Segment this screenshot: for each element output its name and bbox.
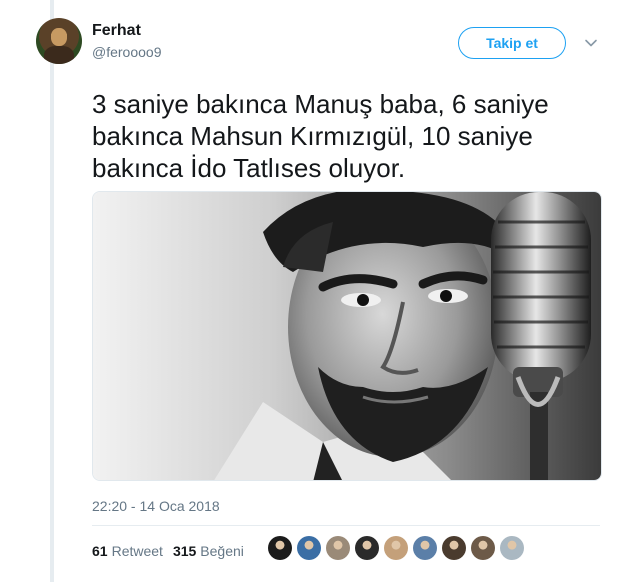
liker-avatar[interactable] xyxy=(413,536,437,560)
like-stat[interactable]: 315 Beğeni xyxy=(173,543,244,559)
follow-button[interactable]: Takip et xyxy=(458,27,566,59)
chevron-down-icon[interactable] xyxy=(584,36,598,50)
tweet-photo[interactable] xyxy=(92,191,602,481)
user-name[interactable]: Ferhat xyxy=(92,22,141,40)
retweet-count: 61 xyxy=(92,543,108,559)
liker-avatar[interactable] xyxy=(442,536,466,560)
liker-avatar[interactable] xyxy=(500,536,524,560)
divider xyxy=(92,525,600,526)
tweet-stats: 61 Retweet 315 Beğeni xyxy=(92,543,244,559)
liker-avatar[interactable] xyxy=(297,536,321,560)
liker-avatar[interactable] xyxy=(384,536,408,560)
like-count: 315 xyxy=(172,543,197,559)
thread-line xyxy=(50,0,54,582)
liker-avatar[interactable] xyxy=(326,536,350,560)
liker-avatars xyxy=(268,536,524,560)
tweet-timestamp[interactable]: 22:20 - 14 Oca 2018 xyxy=(92,498,220,514)
liker-avatar[interactable] xyxy=(268,536,292,560)
retweet-stat[interactable]: 61 Retweet xyxy=(92,543,163,559)
user-handle[interactable]: @feroooo9 xyxy=(92,44,161,60)
liker-avatar[interactable] xyxy=(471,536,495,560)
portrait-image xyxy=(93,192,601,480)
like-label: Beğeni xyxy=(200,543,244,559)
avatar[interactable] xyxy=(36,18,82,64)
avatar-face xyxy=(51,28,67,46)
retweet-label: Retweet xyxy=(111,543,163,559)
avatar-body xyxy=(44,46,74,64)
liker-avatar[interactable] xyxy=(355,536,379,560)
tweet-text: 3 saniye bakınca Manuş baba, 6 saniye ba… xyxy=(92,89,549,183)
